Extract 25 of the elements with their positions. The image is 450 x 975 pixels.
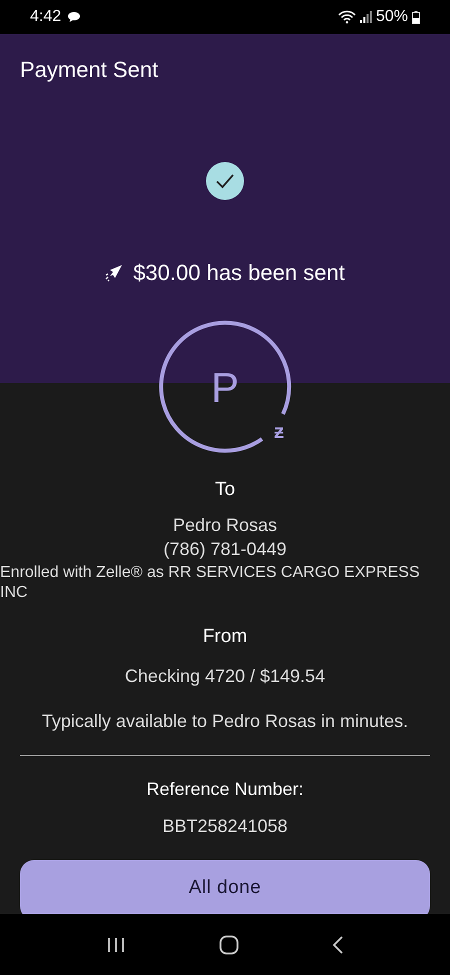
- recent-apps-icon[interactable]: [106, 936, 126, 952]
- from-account: Checking 4720 / $149.54: [124, 665, 326, 688]
- to-label: To: [214, 478, 236, 502]
- amount-sent-message: $30.00 has been sent: [133, 259, 345, 287]
- wifi-icon: [338, 10, 356, 24]
- avatar-initial: P: [210, 362, 239, 412]
- recipient-name: Pedro Rosas: [172, 514, 278, 536]
- page-title: Payment Sent: [19, 56, 160, 84]
- enrolled-note: Enrolled with Zelle® as RR SERVICES CARGO EXPRESS INC: [0, 562, 421, 602]
- all-done-button[interactable]: All done: [20, 860, 430, 914]
- battery-percent: 50%: [376, 7, 408, 27]
- checkmark-icon: [206, 162, 244, 200]
- recipient-phone: (786) 781-0449: [163, 538, 287, 560]
- battery-icon: [412, 10, 420, 24]
- reference-label: Reference Number:: [146, 778, 304, 801]
- badge-letter: ƶ: [274, 422, 284, 442]
- status-time: 4:42: [30, 7, 62, 27]
- chat-bubble-icon: [67, 11, 82, 23]
- rocket-icon: [105, 264, 124, 282]
- from-label: From: [202, 624, 248, 648]
- home-icon[interactable]: [218, 934, 239, 954]
- reference-number: BBT258241058: [162, 815, 288, 838]
- availability-note: Typically available to Pedro Rosas in minutes.: [42, 710, 408, 733]
- signal-icon: [360, 11, 372, 23]
- back-icon[interactable]: [332, 936, 344, 954]
